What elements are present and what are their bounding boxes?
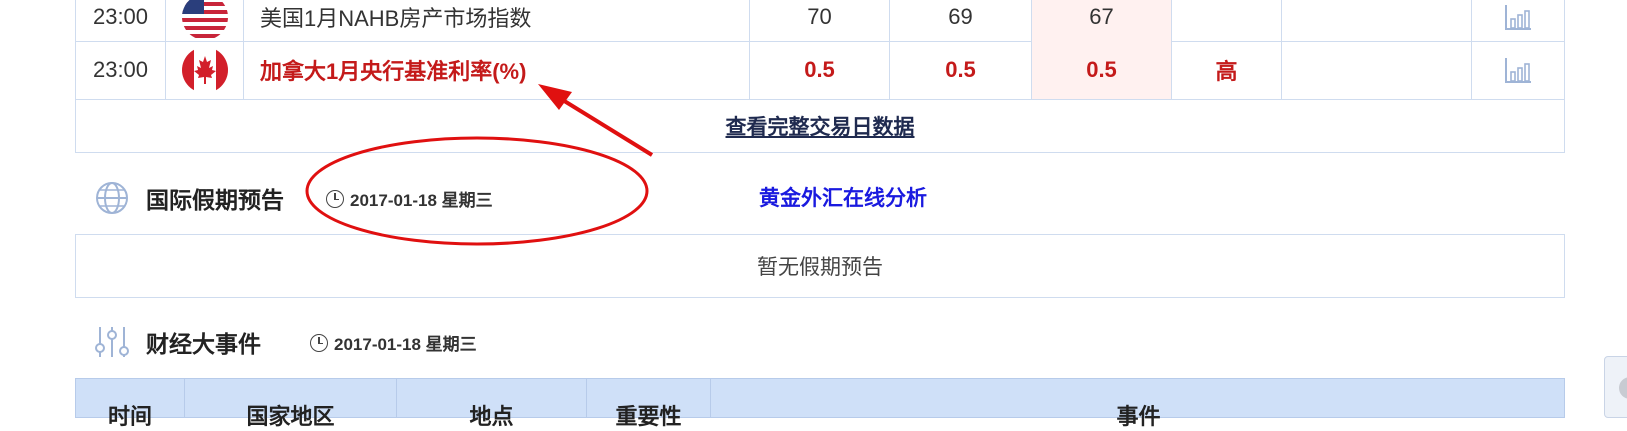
- holiday-date-text: 2017-01-18 星期三: [350, 191, 493, 210]
- previous-cell: 0.5: [1031, 41, 1171, 99]
- canada-flag-icon: [181, 47, 228, 93]
- chart-cell: [1471, 41, 1565, 99]
- full-data-row: 查看完整交易日数据: [75, 99, 1565, 153]
- time-cell: 23:00: [75, 41, 165, 99]
- time-cell: 23:00: [75, 0, 165, 41]
- side-widget-icon: [1619, 377, 1627, 399]
- flag-cell: [165, 0, 243, 41]
- events-date: 2017-01-18 星期三: [310, 330, 477, 355]
- event-text[interactable]: 加拿大1月央行基准利率(%): [260, 54, 526, 86]
- calendar-row: 23:00 美国1月NAHB房产市场指数 70 69 67: [75, 0, 1565, 42]
- full-data-link[interactable]: 查看完整交易日数据: [726, 111, 915, 141]
- holiday-empty-box: 暂无假期预告: [75, 234, 1565, 298]
- actual-value: 0.5: [804, 57, 835, 82]
- actual-cell: 70: [749, 0, 889, 41]
- previous-cell: 67: [1031, 0, 1171, 41]
- event-cell: 美国1月NAHB房产市场指数: [243, 0, 749, 41]
- chart-cell: [1471, 0, 1565, 41]
- event-cell: 加拿大1月央行基准利率(%): [243, 41, 749, 99]
- col-location: 地点: [396, 379, 586, 429]
- events-title: 财经大事件: [146, 331, 261, 357]
- actual-cell: 0.5: [749, 41, 889, 99]
- col-importance: 重要性: [586, 379, 710, 429]
- holiday-date: 2017-01-18 星期三: [326, 186, 493, 211]
- actual-value: 70: [807, 3, 832, 29]
- forecast-cell: 69: [889, 0, 1031, 41]
- importance-cell: [1171, 0, 1281, 41]
- events-date-text: 2017-01-18 星期三: [334, 335, 477, 354]
- forecast-cell: 0.5: [889, 41, 1031, 99]
- event-text: 美国1月NAHB房产市场指数: [260, 5, 532, 31]
- side-float-widget[interactable]: [1604, 356, 1627, 418]
- previous-value: 67: [1089, 3, 1114, 29]
- sliders-icon: [95, 327, 129, 357]
- flag-cell: [165, 41, 243, 99]
- col-region: 国家地区: [184, 379, 396, 429]
- events-header-bar: 财经大事件 2017-01-18 星期三: [94, 322, 694, 364]
- forecast-value: 0.5: [945, 57, 976, 82]
- col-event: 事件: [710, 379, 1566, 429]
- col-time: 时间: [107, 404, 152, 429]
- blank-cell: [1281, 0, 1471, 41]
- clock-icon: [310, 333, 328, 352]
- us-flag-icon: [181, 0, 228, 40]
- importance-value: 高: [1215, 59, 1238, 84]
- events-table-header: 时间 国家地区 地点 重要性 事件: [75, 378, 1566, 429]
- importance-cell: 高: [1171, 41, 1281, 99]
- holiday-header: 国际假期预告 2017-01-18 星期三 黄金外汇在线分析: [94, 178, 1494, 220]
- globe-icon: [96, 182, 128, 214]
- blank-cell: [1281, 41, 1471, 99]
- online-analysis-link[interactable]: 黄金外汇在线分析: [759, 182, 927, 212]
- calendar-row: 23:00 加拿大1月央行基准利率(%) 0.5 0.5 0.5 高: [75, 41, 1565, 100]
- chart-icon[interactable]: [1503, 56, 1533, 84]
- clock-icon: [326, 189, 344, 208]
- previous-value: 0.5: [1086, 57, 1117, 82]
- time-text: 23:00: [92, 3, 149, 29]
- time-text: 23:00: [92, 57, 149, 82]
- holiday-title: 国际假期预告: [146, 187, 284, 213]
- forecast-value: 69: [948, 3, 973, 29]
- chart-icon[interactable]: [1503, 3, 1533, 31]
- holiday-empty-text: 暂无假期预告: [757, 256, 883, 279]
